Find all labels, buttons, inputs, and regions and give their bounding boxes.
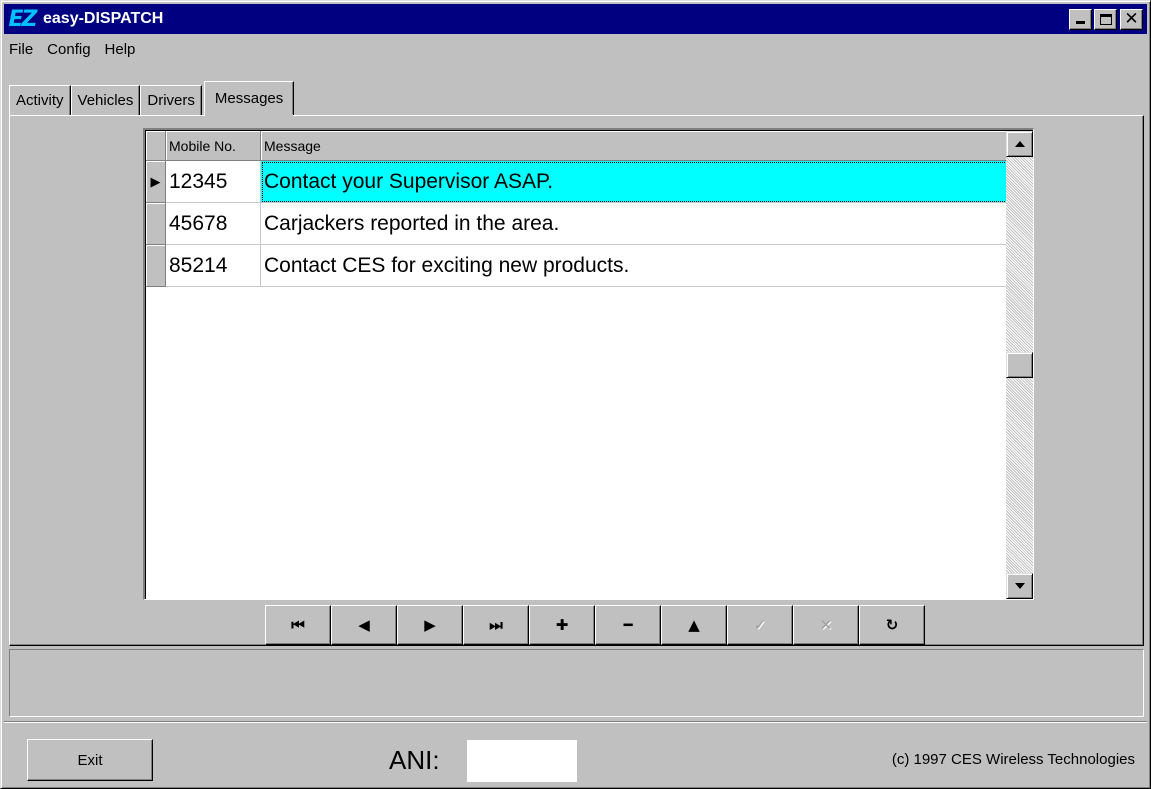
window-title: easy-DISPATCH — [43, 10, 164, 27]
next-record-icon: ▶ — [424, 616, 436, 634]
mobile-cell[interactable]: 45678 — [166, 203, 261, 245]
table-row[interactable]: 45678 Carjackers reported in the area. — [146, 203, 1024, 245]
tab-vehicles[interactable]: Vehicles — [70, 85, 141, 115]
minimize-icon — [1076, 21, 1085, 24]
mobile-cell[interactable]: 12345 — [166, 161, 261, 203]
grid-body: Mobile No. Message ▶ 12345 Contact your … — [145, 130, 1033, 599]
app-window: EZ easy-DISPATCH ✕ File Config Help Acti… — [0, 0, 1151, 789]
menu-help[interactable]: Help — [105, 41, 136, 58]
cancel-icon: ✕ — [819, 616, 833, 634]
menu-bar: File Config Help — [9, 37, 149, 61]
tab-messages[interactable]: Messages — [203, 81, 295, 117]
scroll-down-button[interactable] — [1006, 573, 1033, 599]
last-record-icon: ⏭ — [489, 616, 503, 634]
ani-field — [467, 740, 577, 782]
first-record-icon: ⏮ — [291, 616, 305, 634]
check-icon: ✓ — [753, 616, 767, 634]
plus-icon: ✚ — [555, 616, 569, 634]
minus-icon: ━ — [623, 616, 633, 634]
table-row[interactable]: ▶ 12345 Contact your Supervisor ASAP. — [146, 161, 1024, 203]
tab-drivers[interactable]: Drivers — [140, 85, 202, 115]
tab-activity[interactable]: Activity — [9, 85, 71, 115]
current-row-indicator-icon: ▶ — [146, 161, 166, 203]
app-logo-icon: EZ — [8, 6, 38, 32]
message-cell[interactable]: Contact CES for exciting new products. — [261, 245, 1024, 287]
status-panel — [9, 649, 1144, 717]
menu-file[interactable]: File — [9, 41, 33, 58]
db-navigator: ⏮ ◀ ▶ ⏭ ✚ ━ ▲ ✓ ✕ ↻ — [265, 605, 925, 645]
window-controls: ✕ — [1067, 9, 1143, 30]
minimize-button[interactable] — [1069, 9, 1092, 30]
tab-strip: Activity Vehicles Drivers Messages — [9, 81, 295, 117]
indicator-header — [146, 131, 166, 161]
first-button[interactable]: ⏮ — [265, 605, 331, 645]
edit-icon: ▲ — [688, 616, 700, 634]
ani-label: ANI: — [389, 745, 440, 775]
post-button[interactable]: ✓ — [727, 605, 793, 645]
menu-config[interactable]: Config — [47, 41, 90, 58]
divider — [4, 721, 1147, 723]
vertical-scrollbar[interactable] — [1006, 131, 1033, 599]
exit-button[interactable]: Exit — [27, 739, 153, 781]
grid-header: Mobile No. Message — [146, 131, 1024, 161]
row-indicator — [146, 245, 166, 287]
close-button[interactable]: ✕ — [1120, 9, 1143, 30]
cancel-button[interactable]: ✕ — [793, 605, 859, 645]
table-row[interactable]: 85214 Contact CES for exciting new produ… — [146, 245, 1024, 287]
prior-record-icon: ◀ — [358, 616, 370, 634]
title-bar[interactable]: EZ easy-DISPATCH ✕ — [4, 4, 1147, 34]
delete-button[interactable]: ━ — [595, 605, 661, 645]
scroll-thumb[interactable] — [1006, 352, 1033, 378]
close-icon: ✕ — [1124, 9, 1139, 29]
message-cell[interactable]: Contact your Supervisor ASAP. — [261, 161, 1024, 203]
maximize-button[interactable] — [1094, 9, 1117, 30]
refresh-icon: ↻ — [885, 616, 899, 634]
arrow-up-icon — [1014, 141, 1025, 147]
arrow-down-icon — [1014, 583, 1025, 589]
insert-button[interactable]: ✚ — [529, 605, 595, 645]
row-indicator — [146, 203, 166, 245]
last-button[interactable]: ⏭ — [463, 605, 529, 645]
refresh-button[interactable]: ↻ — [859, 605, 925, 645]
edit-button[interactable]: ▲ — [661, 605, 727, 645]
mobile-cell[interactable]: 85214 — [166, 245, 261, 287]
scroll-up-button[interactable] — [1006, 131, 1033, 157]
column-header-message[interactable]: Message — [261, 131, 1024, 161]
column-header-mobile[interactable]: Mobile No. — [166, 131, 261, 161]
maximize-icon — [1100, 14, 1112, 25]
message-cell[interactable]: Carjackers reported in the area. — [261, 203, 1024, 245]
next-button[interactable]: ▶ — [397, 605, 463, 645]
prior-button[interactable]: ◀ — [331, 605, 397, 645]
copyright-text: (c) 1997 CES Wireless Technologies — [891, 751, 1135, 768]
messages-grid[interactable]: Mobile No. Message ▶ 12345 Contact your … — [143, 128, 1034, 600]
